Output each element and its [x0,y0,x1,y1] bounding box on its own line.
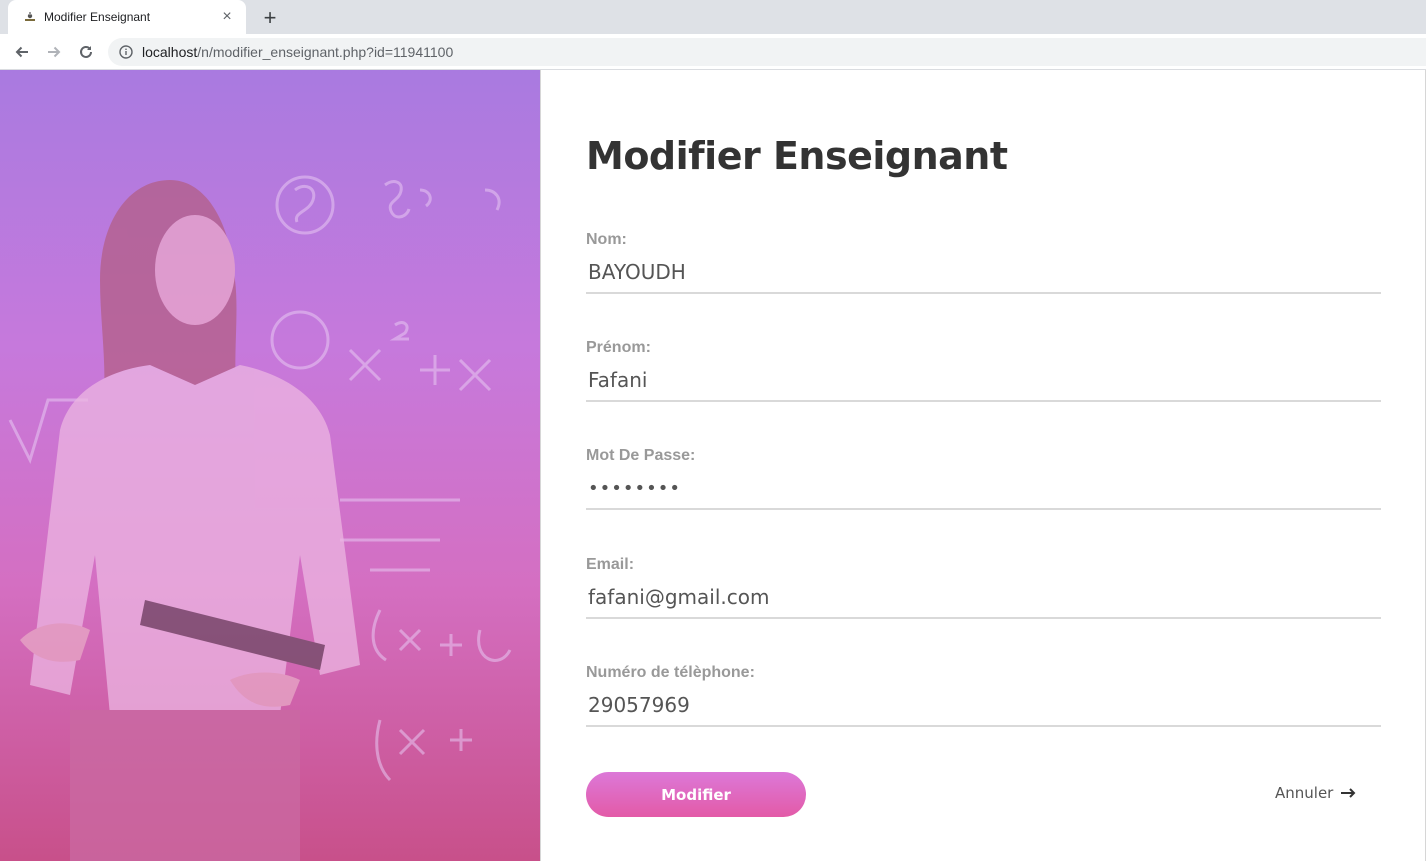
field-label-prenom: Prénom: [586,339,651,356]
prenom-input[interactable] [586,366,1381,402]
browser-tabstrip: Modifier Enseignant × + [0,0,1426,34]
field-label-password: Mot De Passe: [586,447,696,464]
url-path: /n/modifier_enseignant.php?id=11941100 [197,44,454,60]
back-button[interactable] [8,38,36,66]
hero-image [0,70,540,861]
field-nom: Nom: [586,231,1381,294]
email-input[interactable] [586,583,1381,619]
password-input[interactable] [586,474,1381,510]
tab-title: Modifier Enseignant [44,10,151,24]
page-title: Modifier Enseignant [586,134,1008,178]
page-viewport: Modifier Enseignant Nom: Prénom: Mot De … [0,70,1426,861]
field-label-telephone: Numéro de télèphone: [586,664,755,681]
field-label-email: Email: [586,556,635,573]
url-text: localhost/n/modifier_enseignant.php?id=1… [142,44,453,60]
reload-button[interactable] [72,38,100,66]
browser-tab[interactable]: Modifier Enseignant × [8,0,246,34]
info-icon[interactable] [118,44,134,60]
arrow-left-icon [15,46,28,58]
address-bar[interactable]: localhost/n/modifier_enseignant.php?id=1… [108,38,1426,66]
field-label-nom: Nom: [586,231,627,248]
form-panel: Modifier Enseignant Nom: Prénom: Mot De … [540,70,1426,861]
arrow-right-icon [48,46,61,58]
teacher-illustration [8,175,512,861]
modifier-button[interactable]: Modifier [586,772,806,817]
forward-button[interactable] [40,38,68,66]
url-host: localhost [142,44,198,60]
field-email: Email: [586,556,1381,619]
browser-toolbar: localhost/n/modifier_enseignant.php?id=1… [0,34,1426,70]
annuler-link[interactable]: Annuler [1275,784,1357,802]
reload-icon [80,45,92,58]
field-password: Mot De Passe: [586,447,1381,510]
arrow-right-icon [1341,788,1357,798]
new-tab-button[interactable]: + [258,5,282,30]
favicon-icon [22,9,38,25]
field-prenom: Prénom: [586,339,1381,402]
field-telephone: Numéro de télèphone: [586,664,1381,727]
annuler-label: Annuler [1275,784,1334,802]
nom-input[interactable] [586,258,1381,294]
close-icon[interactable]: × [218,8,236,26]
telephone-input[interactable] [586,691,1381,727]
